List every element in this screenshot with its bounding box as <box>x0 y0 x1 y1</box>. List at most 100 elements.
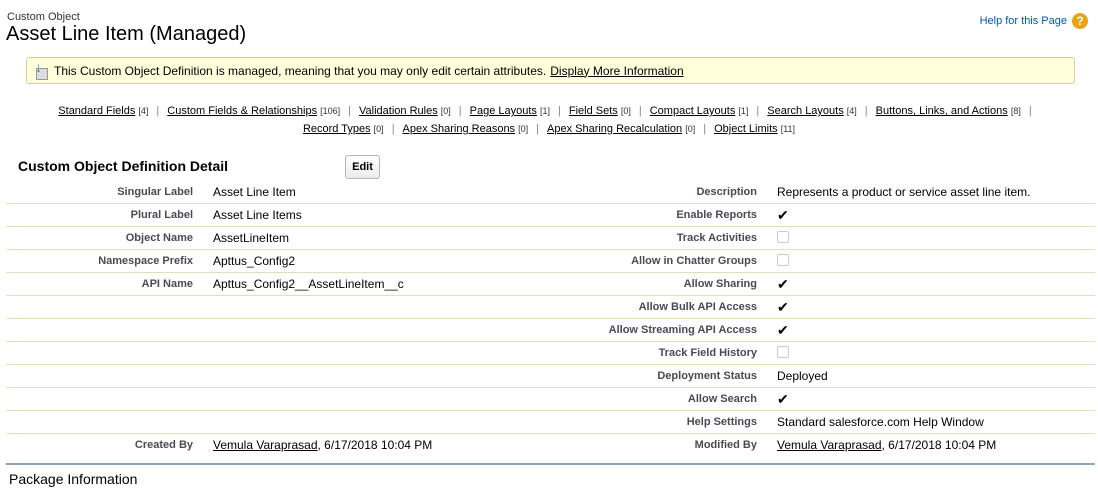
field-value <box>757 345 1095 361</box>
modified-date: , 6/17/2018 10:04 PM <box>881 438 997 452</box>
help-icon[interactable]: ? <box>1072 13 1088 29</box>
detail-row: Allow Search ✔ <box>6 388 1095 411</box>
related-link[interactable]: Page Layouts <box>470 105 537 117</box>
checked-icon: ✔ <box>777 390 789 407</box>
separator: | <box>156 105 160 117</box>
field-value: AssetLineItem <box>213 231 290 245</box>
checked-icon: ✔ <box>777 275 789 292</box>
separator: | <box>391 123 395 135</box>
unchecked-checkbox-icon <box>777 230 789 243</box>
related-link-count: [8] <box>1010 106 1021 116</box>
field-label: Singular Label <box>117 186 193 198</box>
message-text: This Custom Object Definition is managed… <box>54 63 547 78</box>
field-value <box>757 230 1095 246</box>
field-label: Allow Sharing <box>683 278 757 290</box>
detail-row: Plural Label Asset Line Items Enable Repor… <box>6 204 1095 227</box>
related-link-count: [106] <box>320 106 341 116</box>
related-link-count: [4] <box>846 106 857 116</box>
field-label: Allow Bulk API Access <box>638 301 757 313</box>
package-information-title: Package Information <box>9 471 138 487</box>
separator: | <box>756 105 760 117</box>
field-label: Allow Search <box>687 393 757 405</box>
detail-row: Object Name AssetLineItem Track Activities <box>6 227 1095 250</box>
field-label: API Name <box>141 278 193 290</box>
field-label: Description <box>696 186 757 198</box>
field-value: Standard salesforce.com Help Window <box>777 415 984 429</box>
separator: | <box>864 105 868 117</box>
related-link-count: [0] <box>685 124 696 134</box>
related-link[interactable]: Buttons, Links, and Actions <box>876 105 1008 117</box>
help-link-label[interactable]: Help for this Page <box>980 15 1067 27</box>
detail-row: Help Settings Standard salesforce.com Hel… <box>6 411 1095 434</box>
related-link[interactable]: Object Limits <box>714 123 778 135</box>
help-link[interactable]: Help for this Page? <box>980 13 1088 29</box>
field-value: ✔ <box>757 391 1095 408</box>
related-link-count: [0] <box>518 124 529 134</box>
related-link[interactable]: Apex Sharing Reasons <box>403 123 516 135</box>
field-value: Deployed <box>777 369 828 383</box>
field-label: Object Name <box>125 232 193 244</box>
detail-row-audit: Created By Vemula Varaprasad, 6/17/2018 1… <box>6 434 1095 456</box>
section-title: Custom Object Definition Detail <box>18 158 229 174</box>
field-label: Help Settings <box>686 416 757 428</box>
related-link[interactable]: Custom Fields & Relationships <box>167 105 317 117</box>
field-value: Apttus_Config2 <box>213 254 296 268</box>
field-label: Track Activities <box>676 232 757 244</box>
managed-info-message: This Custom Object Definition is managed… <box>26 57 1075 84</box>
related-link-count: [0] <box>440 106 451 116</box>
related-link[interactable]: Field Sets <box>569 105 618 117</box>
detail-row: Allow Streaming API Access ✔ <box>6 319 1095 342</box>
detail-row: Singular Label Asset Line Item Description… <box>6 181 1095 204</box>
related-link-count: [1] <box>540 106 551 116</box>
field-label: Plural Label <box>130 209 193 221</box>
field-value: ✔ <box>757 207 1095 224</box>
unchecked-checkbox-icon <box>777 253 789 266</box>
field-value: Asset Line Item <box>213 185 296 199</box>
related-link[interactable]: Validation Rules <box>359 105 438 117</box>
field-value <box>757 253 1095 269</box>
modified-by-user-link[interactable]: Vemula Varaprasad <box>777 438 882 452</box>
created-by-user-link[interactable]: Vemula Varaprasad <box>213 438 318 452</box>
field-value: ✔ <box>757 276 1095 293</box>
related-link-count: [0] <box>620 106 631 116</box>
breadcrumb: Custom Object <box>7 11 80 23</box>
managed-package-icon <box>34 59 48 80</box>
related-link[interactable]: Standard Fields <box>58 105 135 117</box>
edit-button[interactable]: Edit <box>345 155 380 179</box>
separator: | <box>703 123 707 135</box>
related-link-count: [4] <box>138 106 149 116</box>
related-link[interactable]: Search Layouts <box>767 105 843 117</box>
related-link-count: [11] <box>780 124 796 134</box>
field-label: Allow in Chatter Groups <box>631 255 757 267</box>
separator: | <box>638 105 642 117</box>
detail-row: Namespace Prefix Apttus_Config2 Allow in C… <box>6 250 1095 273</box>
field-label: Track Field History <box>658 347 757 359</box>
page-title: Asset Line Item (Managed) <box>6 23 247 45</box>
detail-row: API Name Apttus_Config2__AssetLineItem__c… <box>6 273 1095 296</box>
modified-by-label: Modified By <box>694 439 757 451</box>
checked-icon: ✔ <box>777 206 789 223</box>
checked-icon: ✔ <box>777 298 789 315</box>
related-link-count: [1] <box>738 106 749 116</box>
separator: | <box>1028 105 1032 117</box>
field-value: Asset Line Items <box>213 208 302 222</box>
separator: | <box>348 105 352 117</box>
field-label: Allow Streaming API Access <box>608 324 757 336</box>
display-more-information-link[interactable]: Display More Information <box>550 64 683 78</box>
detail-table: Singular Label Asset Line Item Description… <box>6 181 1095 456</box>
field-label: Enable Reports <box>676 209 757 221</box>
field-value: ✔ <box>757 322 1095 339</box>
created-by-label: Created By <box>134 439 193 451</box>
created-by-value: Vemula Varaprasad, 6/17/2018 10:04 PM <box>193 438 570 452</box>
detail-row: Allow Bulk API Access ✔ <box>6 296 1095 319</box>
related-link[interactable]: Compact Layouts <box>650 105 736 117</box>
related-list-links: Standard Fields [4] | Custom Fields & Rela… <box>0 102 1098 138</box>
created-date: , 6/17/2018 10:04 PM <box>317 438 433 452</box>
related-link[interactable]: Apex Sharing Recalculation <box>547 123 682 135</box>
detail-row: Deployment Status Deployed <box>6 365 1095 388</box>
related-link-count: [0] <box>373 124 384 134</box>
field-label: Namespace Prefix <box>98 255 193 267</box>
separator: | <box>458 105 462 117</box>
related-link[interactable]: Record Types <box>303 123 371 135</box>
section-divider <box>6 463 1095 465</box>
